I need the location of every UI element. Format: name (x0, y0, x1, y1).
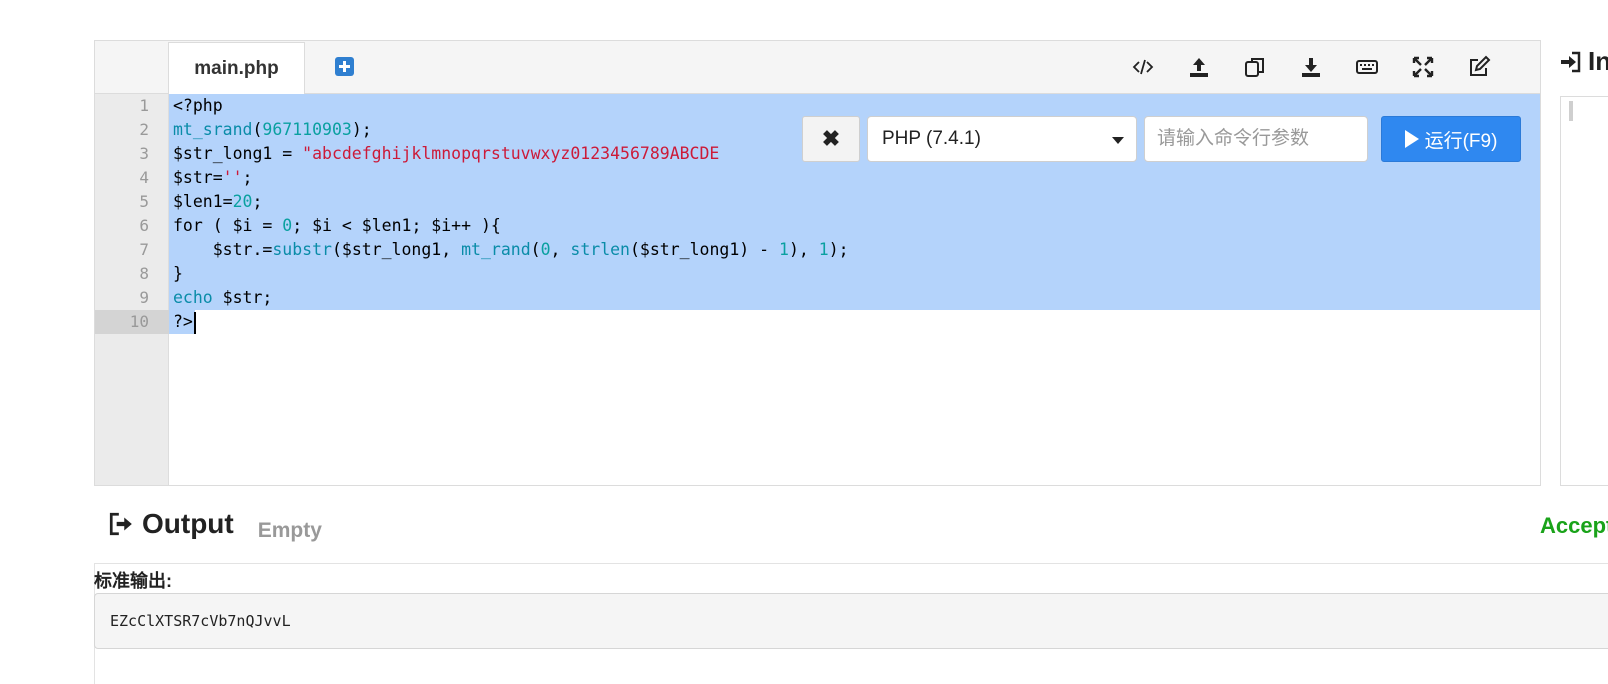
line-number: 2 (139, 120, 149, 139)
edit-icon[interactable] (1466, 54, 1492, 80)
code-line: $str_long1 = "abcdefghijklmnopqrstuvwxyz… (173, 144, 720, 163)
language-value: PHP (7.4.1) (882, 128, 981, 149)
input-panel[interactable] (1560, 96, 1608, 486)
line-number: 7 (139, 240, 149, 259)
divider (94, 563, 1608, 564)
output-header: Output Empty (108, 508, 322, 543)
close-icon: ✖ (821, 126, 841, 151)
editor-tabbar: main.php (95, 41, 1540, 94)
code-icon[interactable] (1130, 54, 1156, 80)
command-line-args-input[interactable] (1144, 116, 1368, 162)
line-number: 9 (139, 288, 149, 307)
code-line: $str=''; (173, 168, 253, 187)
code-line: for ( $i = 0; $i < $len1; $i++ ){ (173, 216, 501, 235)
fullscreen-icon[interactable] (1410, 54, 1436, 80)
run-button[interactable]: 运行(F9) (1381, 116, 1521, 162)
sign-out-icon (109, 512, 132, 536)
tab-main-php[interactable]: main.php (168, 42, 305, 94)
result-status-badge: Accept (1540, 513, 1608, 538)
stdout-label: 标准输出: (94, 571, 172, 591)
keyboard-icon[interactable] (1354, 54, 1380, 80)
code-line: $str.=substr($str_long1, mt_rand(0, strl… (173, 240, 849, 259)
sign-in-icon (1561, 51, 1581, 72)
output-status: Empty (257, 519, 322, 542)
copy-icon[interactable] (1242, 54, 1268, 80)
code-line: echo $str; (173, 288, 273, 307)
code-line: mt_srand(967110903); (173, 120, 372, 139)
text-cursor (194, 312, 196, 334)
line-number: 1 (139, 96, 149, 115)
close-button[interactable]: ✖ (802, 116, 860, 162)
input-panel-title: In (1558, 46, 1608, 77)
line-number-gutter: 1 2 3 4 5 6 7 8 9 10 (95, 94, 169, 485)
tab-label: main.php (194, 57, 279, 79)
output-title: Output (108, 508, 234, 540)
line-number: 10 (129, 312, 149, 331)
line-number: 5 (139, 192, 149, 211)
add-file-icon[interactable] (335, 57, 354, 76)
line-number: 3 (139, 144, 149, 163)
line-number: 6 (139, 216, 149, 235)
scrollbar[interactable] (1569, 101, 1573, 121)
code-line: ?> (173, 312, 193, 331)
code-line: } (173, 264, 183, 283)
line-number: 8 (139, 264, 149, 283)
chevron-down-icon (1112, 137, 1124, 144)
play-icon (1404, 130, 1419, 148)
stdout-output: EZcClXTSR7cVb7nQJvvL (94, 593, 1608, 649)
download-icon[interactable] (1298, 54, 1324, 80)
code-editor-panel: main.php 1 2 3 4 5 6 7 8 9 10 <?php mt_s… (94, 40, 1541, 486)
code-line: $len1=20; (173, 192, 263, 211)
upload-icon[interactable] (1186, 54, 1212, 80)
run-label: 运行(F9) (1424, 130, 1498, 152)
line-number: 4 (139, 168, 149, 187)
language-select[interactable]: PHP (7.4.1) (867, 116, 1137, 162)
code-line: <?php (173, 96, 223, 115)
